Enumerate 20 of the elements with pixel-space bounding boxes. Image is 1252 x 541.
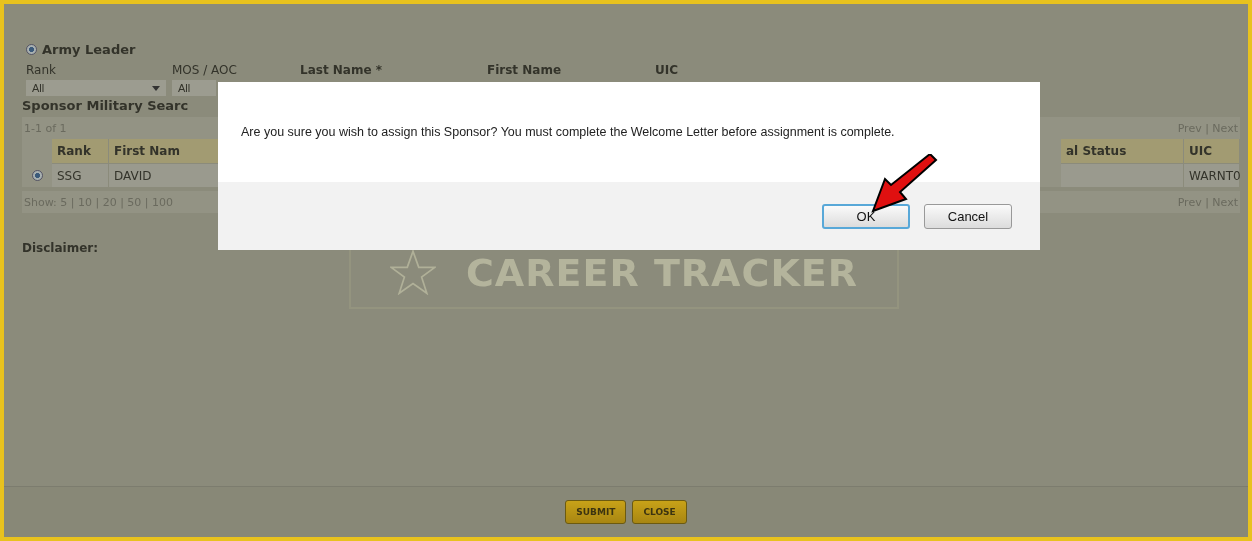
field-label: Last Name * — [300, 63, 384, 78]
section-title: Sponsor Military Searc — [22, 98, 190, 113]
dialog-message: Are you sure you wish to assign this Sponsor? You must complete the Welcome Letter before assignment is complete. — [241, 125, 895, 139]
column-header[interactable]: al Status — [1061, 139, 1184, 163]
field-label: MOS / AOC — [172, 63, 238, 78]
disclaimer-label: Disclaimer: — [22, 241, 99, 255]
select-field[interactable]: All — [26, 80, 166, 96]
table-cell: SSG — [52, 163, 109, 187]
submit-button[interactable]: SUBMIT — [565, 500, 627, 524]
field-label: Rank — [26, 63, 57, 78]
column-header[interactable]: UIC — [1184, 139, 1240, 163]
field-label: First Name — [487, 63, 563, 78]
cancel-button[interactable]: Cancel — [924, 203, 1012, 229]
select-field[interactable]: All — [172, 80, 216, 96]
option-label: Army Leader — [42, 42, 136, 57]
field-label: UIC — [655, 63, 678, 78]
ok-button[interactable]: OK — [822, 203, 910, 229]
close-button[interactable]: CLOSE — [632, 500, 687, 524]
table-cell: WARNT0 — [1184, 163, 1240, 187]
column-header[interactable]: Rank — [52, 139, 109, 163]
